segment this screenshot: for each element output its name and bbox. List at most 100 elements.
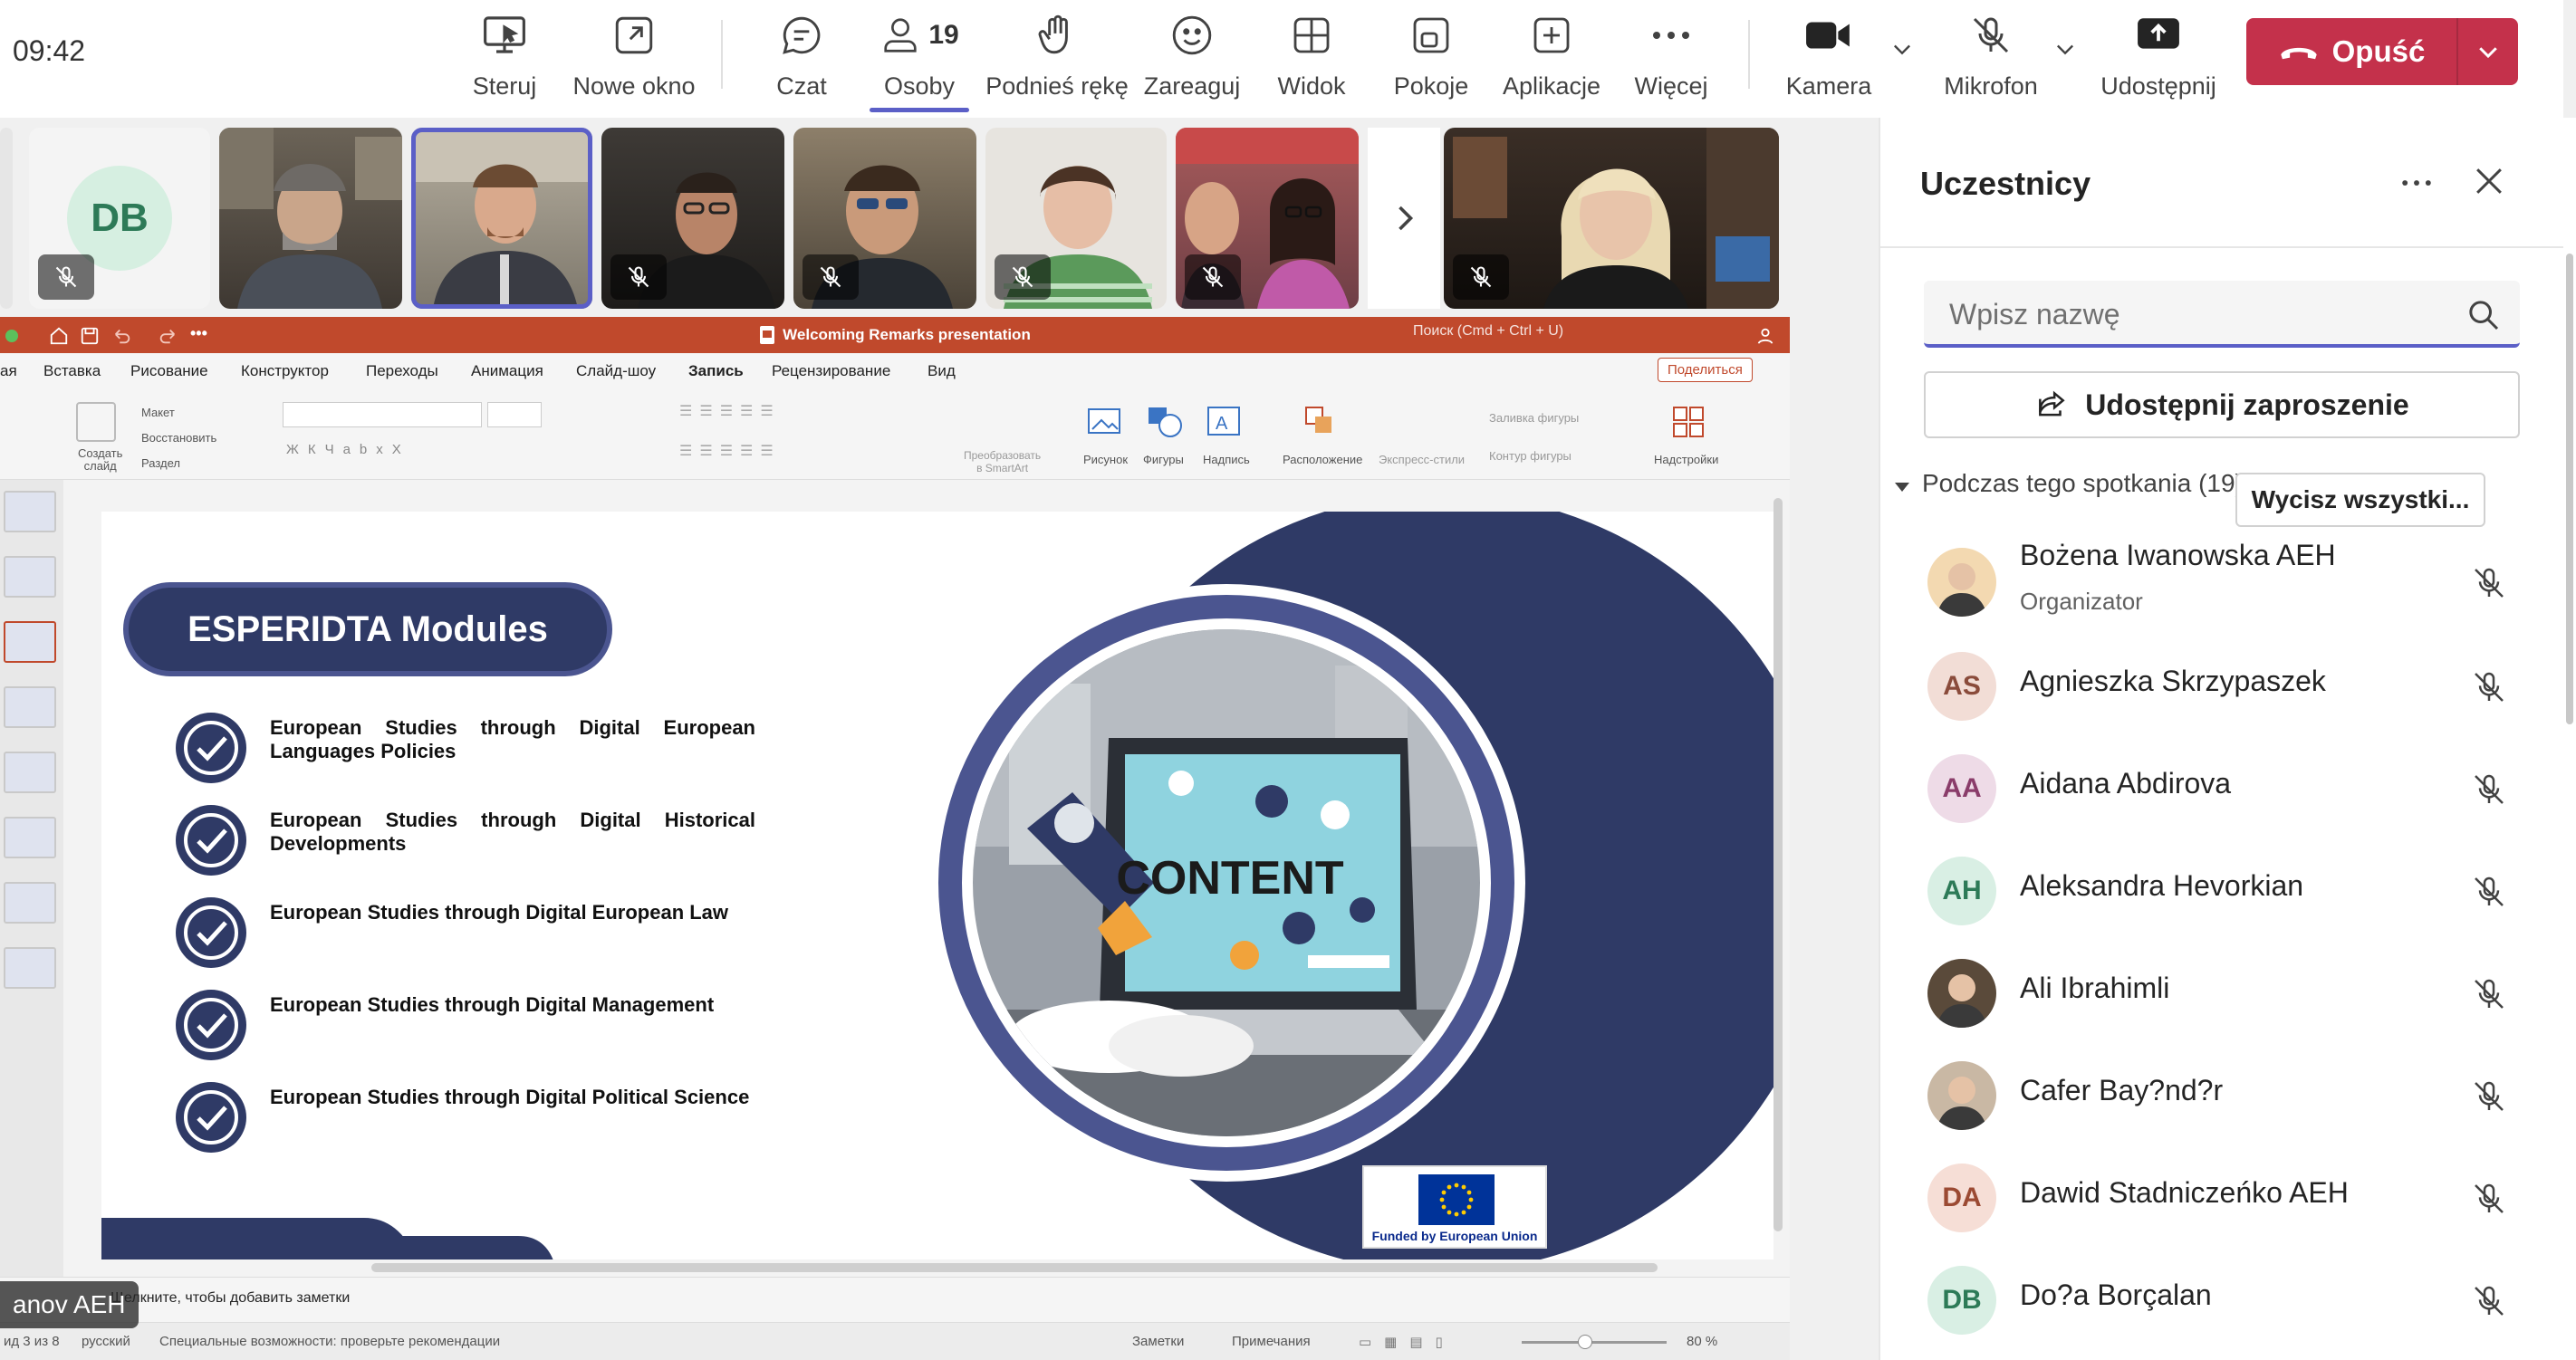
participant-row[interactable]: AA Aidana Abdirova <box>1927 745 2516 836</box>
slide-thumbnail[interactable] <box>4 752 56 793</box>
font-size-select[interactable] <box>487 402 542 427</box>
participant-row[interactable]: Cafer Bay?nd?r <box>1927 1052 2516 1143</box>
ppt-tab-transitions[interactable]: Переходы <box>366 362 438 380</box>
ppt-tab-record[interactable]: Запись <box>688 362 744 380</box>
svg-text:A: A <box>1216 414 1228 434</box>
reset-button[interactable]: Восстановить <box>141 426 216 451</box>
zoom-slider-thumb[interactable] <box>1578 1335 1592 1349</box>
more-button[interactable]: Więcej <box>1635 7 1708 110</box>
ppt-tab-partial[interactable]: ая <box>0 362 17 380</box>
react-button[interactable]: Zareaguj <box>1143 7 1241 110</box>
participant-tile-video[interactable] <box>793 128 976 309</box>
more-options-icon[interactable] <box>2397 163 2437 203</box>
notes-toggle[interactable]: Заметки <box>1132 1334 1184 1349</box>
ppt-search[interactable]: Поиск (Cmd + Ctrl + U) <box>1413 323 1563 340</box>
active-tab-indicator <box>870 108 969 112</box>
new-window-button[interactable]: Nowe okno <box>569 7 699 110</box>
participant-row[interactable]: DB Do?a Borçalan <box>1927 1257 2516 1347</box>
ppt-tab-review[interactable]: Рецензирование <box>772 362 890 380</box>
slide-thumbnail[interactable] <box>4 491 56 532</box>
slide-thumbnail-active[interactable] <box>4 621 56 663</box>
mic-muted-icon <box>1453 254 1509 300</box>
mute-all-button[interactable]: Wycisz wszystki... <box>2235 473 2485 527</box>
slide-thumbnail[interactable] <box>4 947 56 989</box>
slide-thumbnail[interactable] <box>4 556 56 598</box>
participant-search-field[interactable] <box>1924 281 2520 348</box>
shapes-button[interactable]: Фигуры <box>1143 453 1184 466</box>
section-button[interactable]: Раздел <box>141 451 216 476</box>
picture-button[interactable]: Рисунок <box>1083 453 1128 466</box>
font-family-select[interactable] <box>283 402 482 427</box>
ppt-tab-draw[interactable]: Рисование <box>130 362 208 380</box>
camera-button[interactable]: Kamera <box>1786 7 1871 110</box>
camera-options-chevron-icon[interactable] <box>1889 36 1915 62</box>
mic-muted-icon <box>2471 1282 2507 1320</box>
addins-button[interactable]: Надстройки <box>1654 453 1718 466</box>
slide-thumbnail[interactable] <box>4 882 56 924</box>
grid-view-icon <box>1290 7 1333 63</box>
ppt-tab-insert[interactable]: Вставка <box>43 362 101 380</box>
participant-tile-video[interactable] <box>1444 128 1779 309</box>
ppt-tab-slideshow[interactable]: Слайд-шоу <box>576 362 656 380</box>
ppt-tab-design[interactable]: Конструктор <box>241 362 329 380</box>
leave-label: Opuść <box>2331 34 2426 68</box>
ppt-vertical-scrollbar[interactable] <box>1773 498 1783 1231</box>
close-icon[interactable] <box>2469 161 2509 201</box>
shape-fill-button[interactable]: Заливка фигуры <box>1489 411 1579 425</box>
slide-thumbnail[interactable] <box>4 817 56 858</box>
ppt-horizontal-scrollbar[interactable] <box>371 1263 1658 1272</box>
quick-styles-button[interactable]: Экспресс-стили <box>1379 453 1465 466</box>
panel-scrollbar-thumb[interactable] <box>2566 254 2573 724</box>
mic-muted-icon <box>2471 975 2507 1013</box>
ppt-notes-pane[interactable]: Щелкните, чтобы добавить заметки <box>0 1277 1790 1322</box>
people-button[interactable]: 19 Osoby <box>870 7 969 112</box>
zoom-slider[interactable] <box>1522 1341 1667 1344</box>
ppt-ribbon: Создать слайд Макет Восстановить Раздел Ж… <box>0 389 1790 480</box>
ppt-share-button[interactable]: Поделиться <box>1658 358 1753 382</box>
participant-tile-video[interactable] <box>985 128 1167 309</box>
view-button[interactable]: Widok <box>1275 7 1348 110</box>
raise-hand-button[interactable]: Podnieś rękę <box>985 7 1129 110</box>
participant-tile-video[interactable] <box>601 128 784 309</box>
next-participants-chevron-icon[interactable] <box>1368 128 1440 309</box>
participant-row[interactable]: DA Dawid Stadniczeńko AEH <box>1927 1154 2516 1245</box>
steruj-button[interactable]: Steruj <box>464 7 545 110</box>
panel-scrollbar[interactable] <box>2563 118 2576 1360</box>
language-indicator[interactable]: русский <box>82 1334 130 1349</box>
microphone-options-chevron-icon[interactable] <box>2052 36 2078 62</box>
apps-button[interactable]: Aplikacje <box>1502 7 1601 110</box>
share-screen-button[interactable]: Udostępnij <box>2100 7 2217 110</box>
layout-button[interactable]: Макет <box>141 400 216 426</box>
share-invite-button[interactable]: Udostępnij zaproszenie <box>1924 371 2520 438</box>
rooms-button[interactable]: Pokoje <box>1393 7 1469 110</box>
participant-row[interactable]: AH Aleksandra Hevorkian <box>1927 848 2516 938</box>
leave-options-chevron-icon[interactable] <box>2458 38 2518 65</box>
participant-row[interactable]: AS Agnieszka Skrzypaszek <box>1927 643 2516 733</box>
participant-tile-video[interactable] <box>219 128 402 309</box>
shape-outline-button[interactable]: Контур фигуры <box>1489 449 1572 463</box>
chat-button[interactable]: Czat <box>770 7 833 110</box>
current-slide[interactable]: CONTENT ESPERIDTA Modules European Studi… <box>101 512 1773 1259</box>
participant-tile-active-speaker[interactable] <box>411 128 592 309</box>
arrange-button[interactable]: Расположение <box>1283 453 1362 466</box>
microphone-button[interactable]: Mikrofon <box>1942 7 2040 110</box>
comments-toggle[interactable]: Примечания <box>1232 1334 1311 1349</box>
participant-row[interactable]: Ali Ibrahimli <box>1927 950 2516 1040</box>
participant-tile-partial[interactable] <box>0 128 13 309</box>
zoom-level[interactable]: 80 % <box>1687 1334 1717 1349</box>
ppt-user-icon[interactable] <box>1755 326 1775 346</box>
slide-thumbnail[interactable] <box>4 686 56 728</box>
participant-search-input[interactable] <box>1949 292 2456 337</box>
leave-button[interactable]: Opuść <box>2246 18 2456 85</box>
ppt-tab-view[interactable]: Вид <box>928 362 956 380</box>
view-mode-icons[interactable]: ▭▦▤▯ <box>1359 1334 1456 1350</box>
participant-row[interactable]: Bożena Iwanowska AEH Organizator <box>1927 539 2516 629</box>
new-slide-icon[interactable] <box>76 402 116 442</box>
textbox-button[interactable]: Надпись <box>1203 453 1250 466</box>
ppt-tab-animations[interactable]: Анимация <box>471 362 543 380</box>
accessibility-status[interactable]: Специальные возможности: проверьте реком… <box>159 1334 500 1349</box>
mic-muted-icon <box>803 254 859 300</box>
participant-tile-db[interactable]: DB <box>29 128 210 309</box>
participant-tile-video[interactable] <box>1176 128 1359 309</box>
smartart-button[interactable]: Преобразовать в SmartArt <box>964 449 1041 474</box>
